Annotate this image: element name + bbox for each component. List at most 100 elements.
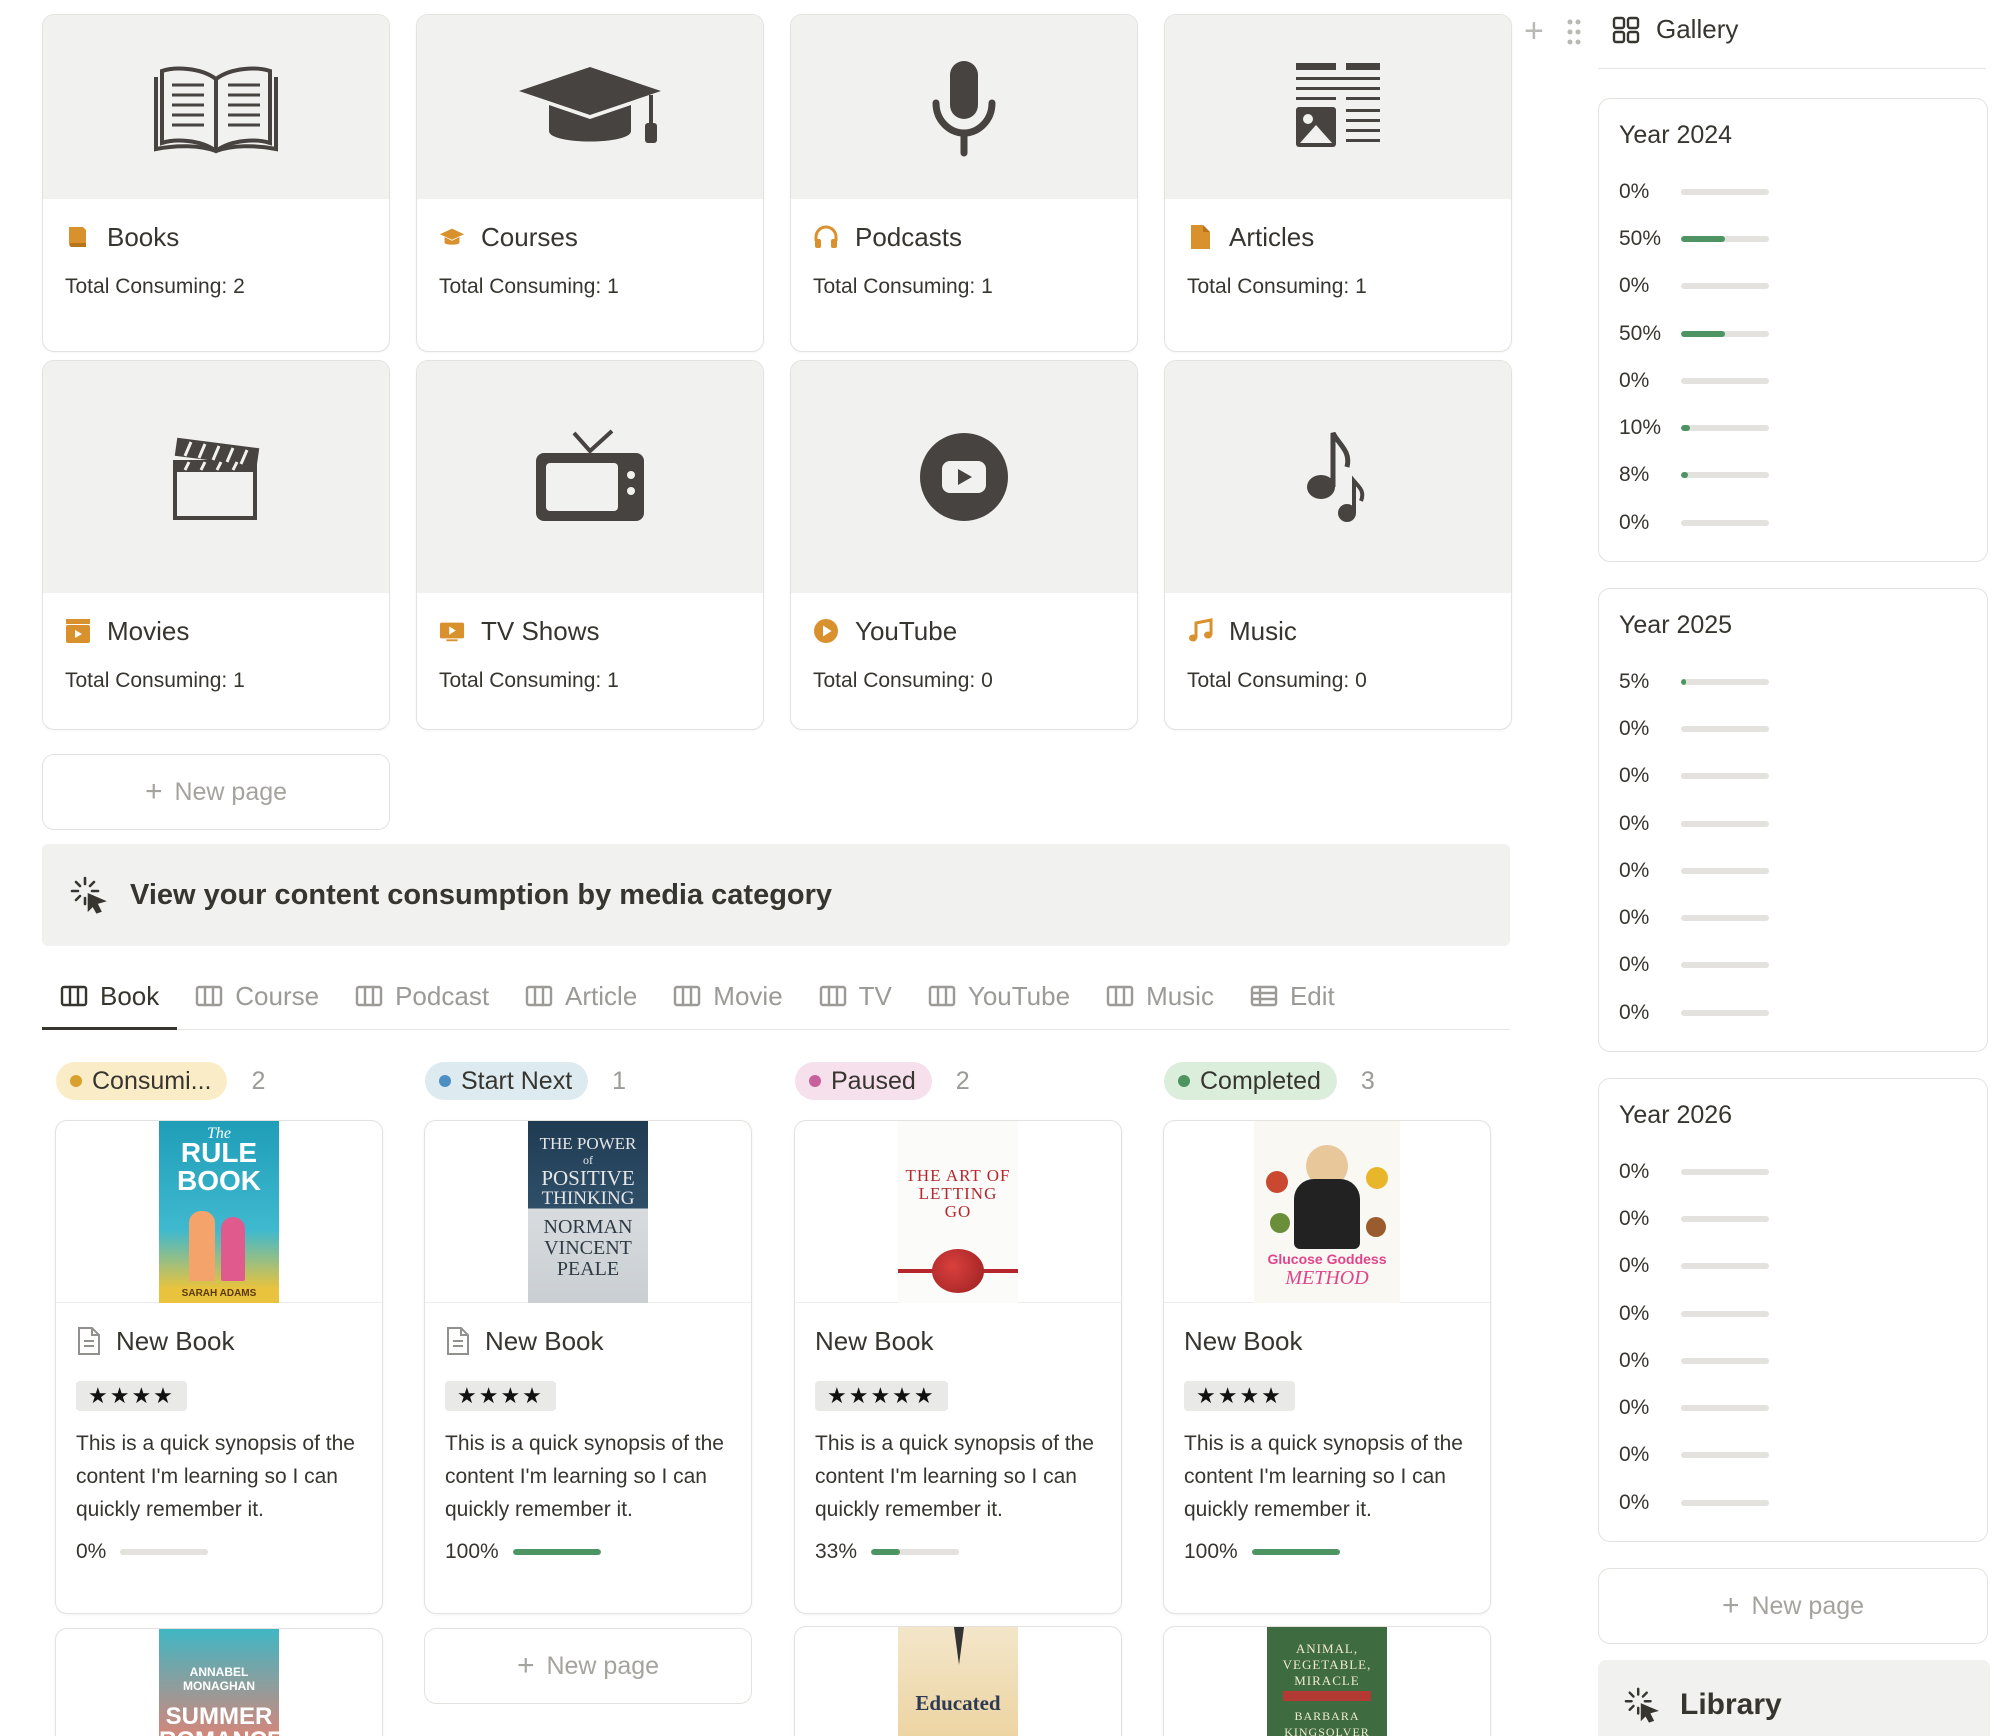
progress-bar xyxy=(1681,820,1769,827)
new-page-button[interactable]: + New page xyxy=(424,1628,752,1704)
book-card[interactable]: ANNABEL MONAGHAN SUMMER ROMANCE xyxy=(55,1628,383,1736)
book-cover: THE ART OF LETTING GO xyxy=(795,1121,1121,1303)
tab-label: Edit xyxy=(1289,980,1335,1011)
category-count: Total Consuming: 0 xyxy=(813,669,993,692)
document-icon xyxy=(1187,224,1213,250)
progress-text: 0% xyxy=(1619,1159,1650,1183)
new-page-button[interactable]: + New page xyxy=(42,754,390,830)
graduation-cap-icon xyxy=(439,224,465,250)
progress-bar xyxy=(1681,1215,1769,1222)
year-progress-row: 0% xyxy=(1619,1290,1967,1337)
year-progress-row: 0% xyxy=(1619,263,1967,310)
tab-book[interactable]: Book xyxy=(42,968,178,1030)
year-card[interactable]: Year 2025 5% 0% 0% 0% 0% 0% 0% 0% xyxy=(1598,588,1988,1052)
status-pill: Consumi... xyxy=(56,1062,228,1100)
book-card[interactable]: The RULE BOOK SARAH ADAMS New Book ★★★★ … xyxy=(55,1120,383,1614)
year-title: Year 2025 xyxy=(1619,611,1733,639)
column-count: 2 xyxy=(955,1066,970,1095)
synopsis: This is a quick synopsis of the content … xyxy=(815,1432,1094,1521)
progress-bar xyxy=(512,1549,601,1555)
book-title: New Book xyxy=(1184,1325,1303,1356)
year-progress-row: 8% xyxy=(1619,452,1967,499)
play-icon xyxy=(813,618,839,644)
cover-text: ANNABEL xyxy=(189,1665,249,1679)
cover-text: VINCENT xyxy=(544,1237,632,1259)
library-callout: Library xyxy=(1598,1660,1990,1736)
category-card-tv-shows[interactable]: TV Shows Total Consuming: 1 xyxy=(416,360,764,730)
headphones-icon xyxy=(813,224,839,250)
book-card[interactable]: ANIMAL, VEGETABLE, MIRACLE BARBARA KINGS… xyxy=(1163,1626,1491,1736)
progress-bar xyxy=(1681,330,1769,337)
board-column-header[interactable]: Paused 2 xyxy=(795,1062,970,1100)
tab-movie[interactable]: Movie xyxy=(655,968,800,1024)
gallery-view-tab[interactable]: Gallery xyxy=(1612,14,1738,45)
category-card-movies[interactable]: Movies Total Consuming: 1 xyxy=(42,360,390,730)
book-card[interactable]: THE ART OF LETTING GO New Book ★★★★★ Thi… xyxy=(794,1120,1122,1614)
year-progress-row: 50% xyxy=(1619,215,1967,262)
clapperboard-icon xyxy=(65,618,91,644)
board-column-header[interactable]: Completed 3 xyxy=(1164,1062,1375,1100)
tab-music[interactable]: Music xyxy=(1088,968,1232,1024)
synopsis: This is a quick synopsis of the content … xyxy=(445,1432,724,1521)
tab-course[interactable]: Course xyxy=(177,968,337,1024)
category-cover xyxy=(417,361,763,593)
cover-text: LETTING xyxy=(918,1184,998,1203)
category-title: Books xyxy=(107,221,180,252)
category-card-music[interactable]: Music Total Consuming: 0 xyxy=(1164,360,1512,730)
tab-edit[interactable]: Edit xyxy=(1232,968,1353,1024)
progress-bar xyxy=(1681,725,1769,732)
board-column-header[interactable]: Consumi... 2 xyxy=(56,1062,265,1100)
board-view-icon xyxy=(928,985,956,1007)
progress-text: 0% xyxy=(76,1540,107,1563)
progress-text: 0% xyxy=(1619,1443,1650,1467)
synopsis: This is a quick synopsis of the content … xyxy=(1184,1432,1463,1521)
category-card-courses[interactable]: Courses Total Consuming: 1 xyxy=(416,14,764,352)
progress-bar xyxy=(871,1549,960,1555)
rating-stars: ★★★★ xyxy=(76,1381,187,1411)
gallery-label: Gallery xyxy=(1656,14,1739,44)
category-count: Total Consuming: 2 xyxy=(65,275,245,298)
board-column-header[interactable]: Start Next 1 xyxy=(425,1062,626,1100)
progress-bar xyxy=(1681,1452,1769,1459)
status-dot xyxy=(1178,1075,1190,1087)
category-card-podcasts[interactable]: Podcasts Total Consuming: 1 xyxy=(790,14,1138,352)
book-title: New Book xyxy=(116,1325,235,1356)
year-progress-row: 0% xyxy=(1619,357,1967,404)
category-card-youtube[interactable]: YouTube Total Consuming: 0 xyxy=(790,360,1138,730)
book-card[interactable]: Educated xyxy=(794,1626,1122,1736)
year-card[interactable]: Year 2024 0% 50% 0% 50% 0% 10% 8% 0% xyxy=(1598,98,1988,562)
drag-handle-icon[interactable] xyxy=(1566,18,1582,51)
rating-stars: ★★★★★ xyxy=(815,1381,948,1411)
page-icon xyxy=(78,1327,100,1355)
progress-text: 0% xyxy=(1619,1254,1650,1278)
tab-label: Book xyxy=(100,980,160,1011)
progress-text: 100% xyxy=(445,1540,499,1563)
sparkle-cursor-icon xyxy=(1624,1687,1659,1723)
category-cover xyxy=(791,15,1137,199)
add-block-button[interactable]: + xyxy=(1524,14,1544,48)
new-page-button[interactable]: + New page xyxy=(1598,1568,1988,1644)
book-card[interactable]: Glucose Goddess METHOD New Book ★★★★ Thi… xyxy=(1163,1120,1491,1614)
year-progress-row: 0% xyxy=(1619,1243,1967,1290)
category-cover xyxy=(1165,361,1511,593)
plus-icon: + xyxy=(144,775,163,808)
year-progress-row: 0% xyxy=(1619,168,1967,215)
progress-text: 0% xyxy=(1619,764,1650,788)
tab-article[interactable]: Article xyxy=(507,968,655,1024)
category-card-books[interactable]: Books Total Consuming: 2 xyxy=(42,14,390,352)
book-card[interactable]: THE POWER of POSITIVE THINKING NORMAN VI… xyxy=(424,1120,752,1614)
year-progress-row: 0% xyxy=(1619,1384,1967,1431)
tab-tv[interactable]: TV xyxy=(801,968,910,1024)
progress-bar xyxy=(1681,678,1769,685)
board-view-icon xyxy=(60,985,88,1007)
progress-text: 10% xyxy=(1619,416,1662,440)
progress-text: 0% xyxy=(1619,1396,1650,1420)
progress-text: 0% xyxy=(1619,1301,1650,1325)
progress-bar xyxy=(1681,472,1769,479)
progress-bar xyxy=(1681,283,1769,290)
tab-youtube[interactable]: YouTube xyxy=(910,968,1088,1024)
tab-podcast[interactable]: Podcast xyxy=(337,968,507,1024)
year-card[interactable]: Year 2026 0% 0% 0% 0% 0% 0% 0% 0% xyxy=(1598,1078,1988,1542)
category-card-articles[interactable]: Articles Total Consuming: 1 xyxy=(1164,14,1512,352)
divider xyxy=(1598,68,1986,69)
